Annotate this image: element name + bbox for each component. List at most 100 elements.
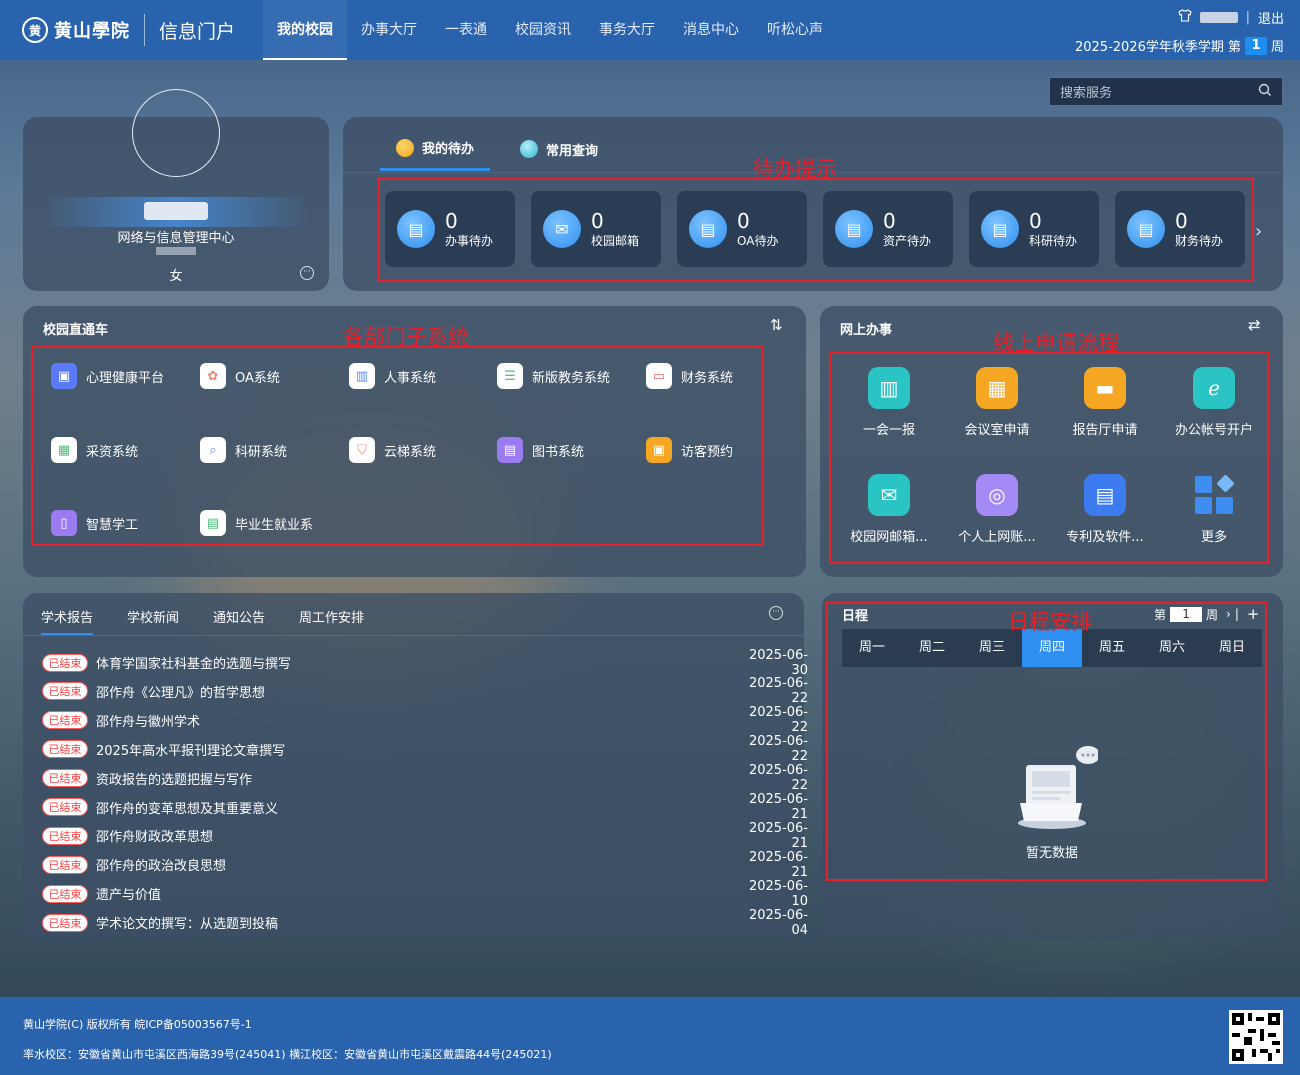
status-badge: 已结束 — [42, 740, 88, 759]
tab-my-todo[interactable]: 我的待办 — [380, 127, 491, 171]
news-row[interactable]: 已结束 邵作舟与徽州学术 2025-06-22 — [42, 705, 808, 735]
address-text: 率水校区：安徽省黄山市屯溪区西海路39号(245041) 横江校区：安徽省黄山市… — [23, 1048, 552, 1061]
news-date: 2025-06-21 — [748, 849, 808, 880]
top-navigation-bar: 黄 黄山學院 信息门户 我的校园 办事大厅 一表通 校园资讯 事务大厅 消息中心… — [0, 0, 1300, 60]
term-text: 2025-2026学年秋季学期 第 — [1074, 40, 1241, 55]
nav-campus-news[interactable]: 校园资讯 — [501, 0, 585, 60]
nav-service-hall[interactable]: 办事大厅 — [347, 0, 431, 60]
more-icon[interactable]: ··· — [769, 606, 783, 620]
status-badge: 已结束 — [42, 798, 88, 816]
user-name-redacted — [1199, 12, 1238, 23]
annotation-label: 待办提示 — [753, 157, 837, 181]
news-date: 2025-06-30 — [748, 647, 808, 678]
swap-icon[interactable]: ⇄ — [1248, 316, 1261, 334]
search-input[interactable]: 搜索服务 — [1060, 82, 1258, 101]
news-tabs: 学术报告 学校新闻 通知公告 周工作安排 — [41, 601, 398, 635]
news-title[interactable]: 邵作舟财政改革思想 — [96, 826, 736, 845]
school-logo[interactable]: 黄 黄山學院 — [22, 17, 130, 43]
news-title[interactable]: 邵作舟与徽州学术 — [96, 711, 736, 730]
qr-code-icon[interactable] — [1229, 1010, 1283, 1064]
portal-title: 信息门户 — [159, 20, 236, 43]
news-title[interactable]: 资政报告的选题把握与写作 — [96, 769, 736, 788]
annotation-box — [378, 178, 1254, 282]
term-info: 2025-2026学年秋季学期 第 1 周 — [1075, 36, 1284, 55]
chevron-right-icon[interactable]: › — [1255, 221, 1262, 242]
magnifier-icon — [520, 140, 539, 158]
news-date: 2025-06-22 — [748, 734, 808, 765]
user-id-redacted — [156, 247, 196, 255]
status-badge: 已结束 — [42, 653, 88, 672]
nav-one-form[interactable]: 一表通 — [431, 0, 501, 60]
news-row[interactable]: 已结束 邵作舟财政改革思想 2025-06-21 — [42, 821, 808, 851]
copyright-text: 黄山学院(C) 版权所有 皖ICP备05003567号-1 — [23, 1018, 252, 1031]
news-title[interactable]: 遗产与价值 — [96, 884, 736, 903]
search-icon[interactable] — [1258, 83, 1272, 101]
news-title[interactable]: 学术论文的撰写：从选题到投稿 — [96, 913, 736, 932]
tab-weekly-schedule[interactable]: 周工作安排 — [299, 601, 364, 635]
annotation-label: 各部门子系统 — [343, 325, 469, 349]
tab-notices[interactable]: 通知公告 — [213, 601, 265, 635]
panel-title: 网上办事 — [840, 323, 893, 338]
tab-label: 常用查询 — [546, 143, 599, 159]
status-badge: 已结束 — [42, 682, 88, 701]
bell-icon — [396, 138, 414, 157]
annotation-box — [826, 602, 1267, 881]
news-title[interactable]: 邵作舟的政治改良思想 — [96, 855, 736, 874]
news-row[interactable]: 已结束 邵作舟的政治改良思想 2025-06-21 — [42, 850, 808, 880]
gender-label: 女 — [169, 269, 183, 284]
annotation-label: 日程安排 — [1008, 610, 1092, 634]
school-name: 黄山學院 — [54, 21, 130, 42]
service-search[interactable]: 搜索服务 — [1049, 77, 1283, 106]
nav-my-campus[interactable]: 我的校园 — [263, 0, 348, 60]
divider: | — [1245, 10, 1250, 25]
tab-label: 我的待办 — [422, 142, 475, 157]
school-seal-icon: 黄 — [22, 17, 48, 43]
news-title[interactable]: 邵作舟《公理凡》的哲学思想 — [96, 682, 736, 701]
annotation-label: 线上申请流程 — [993, 331, 1119, 355]
news-date: 2025-06-22 — [748, 763, 808, 794]
status-badge: 已结束 — [42, 855, 88, 874]
news-row[interactable]: 已结束 2025年高水平报刊理论文章撰写 2025-06-22 — [42, 734, 808, 764]
week-suffix: 周 — [1270, 40, 1284, 55]
nav-message-center[interactable]: 消息中心 — [669, 0, 753, 60]
news-row[interactable]: 已结束 遗产与价值 2025-06-10 — [42, 879, 808, 909]
logout-link[interactable]: 退出 — [1258, 8, 1284, 27]
shirt-icon[interactable] — [1177, 9, 1192, 26]
tab-school-news[interactable]: 学校新闻 — [127, 601, 179, 635]
department-label: 网络与信息管理中心 — [117, 231, 235, 246]
news-title[interactable]: 邵作舟的变革思想及其重要意义 — [96, 798, 736, 817]
tab-academic-reports[interactable]: 学术报告 — [41, 601, 94, 635]
news-date: 2025-06-21 — [748, 820, 808, 851]
todo-tabs: 我的待办 常用查询 — [380, 127, 614, 171]
user-area: | 退出 2025-2026学年秋季学期 第 1 周 — [1075, 8, 1284, 55]
status-badge: 已结束 — [42, 913, 88, 932]
current-week-badge: 1 — [1244, 36, 1267, 55]
news-row[interactable]: 已结束 体育学国家社科基金的选题与撰写 2025-06-30 — [42, 648, 808, 678]
annotation-box — [31, 346, 764, 546]
more-icon[interactable]: ··· — [300, 266, 314, 280]
status-badge: 已结束 — [42, 826, 88, 845]
news-row[interactable]: 已结束 邵作舟《公理凡》的哲学思想 2025-06-22 — [42, 676, 808, 706]
news-row[interactable]: 已结束 邵作舟的变革思想及其重要意义 2025-06-21 — [42, 792, 808, 822]
news-title[interactable]: 2025年高水平报刊理论文章撰写 — [96, 740, 736, 759]
sort-icon[interactable]: ⇅ — [770, 316, 783, 334]
status-badge: 已结束 — [42, 769, 88, 788]
profile-card: 网络与信息管理中心 女 ··· — [23, 89, 329, 291]
status-badge: 已结束 — [42, 884, 88, 903]
divider — [23, 635, 804, 636]
nav-affairs-hall[interactable]: 事务大厅 — [585, 0, 669, 60]
user-name-redacted — [144, 202, 208, 220]
nav-feedback[interactable]: 听松心声 — [753, 0, 837, 60]
main-nav: 我的校园 办事大厅 一表通 校园资讯 事务大厅 消息中心 听松心声 — [263, 0, 837, 60]
news-date: 2025-06-04 — [748, 907, 808, 938]
news-title[interactable]: 体育学国家社科基金的选题与撰写 — [96, 653, 736, 672]
news-row[interactable]: 已结束 学术论文的撰写：从选题到投稿 2025-06-04 — [42, 908, 808, 938]
tab-common-query[interactable]: 常用查询 — [504, 127, 614, 171]
avatar[interactable] — [132, 89, 220, 177]
news-date: 2025-06-22 — [748, 705, 808, 736]
panel-title: 校园直通车 — [43, 323, 109, 338]
news-date: 2025-06-21 — [748, 792, 808, 822]
footer: 黄山学院(C) 版权所有 皖ICP备05003567号-1 率水校区：安徽省黄山… — [0, 997, 1300, 1075]
news-date: 2025-06-10 — [748, 878, 808, 909]
news-row[interactable]: 已结束 资政报告的选题把握与写作 2025-06-22 — [42, 763, 808, 793]
